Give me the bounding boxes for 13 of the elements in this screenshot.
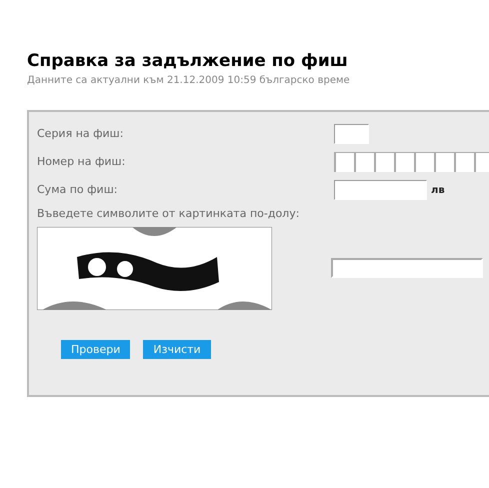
page-title: Справка за задължение по фиш [27,50,349,72]
field-label: Сума по фиш: [37,182,118,198]
clear-button[interactable]: Изчисти [143,340,211,358]
number-field[interactable] [334,152,489,172]
captcha-label: Въведете символите от картинката по-долу: [37,206,300,222]
field-label: Серия на фиш: [37,126,124,142]
update-note: Данните са актуални към 21.12.2009 10:59 българско време [27,74,351,88]
field-label: Номер на фиш: [37,154,126,170]
check-button[interactable]: Провери [61,340,130,358]
captcha-field[interactable] [331,258,483,278]
series-field[interactable] [334,124,369,144]
amount-field[interactable] [334,180,427,200]
currency-label: лв [431,184,445,198]
